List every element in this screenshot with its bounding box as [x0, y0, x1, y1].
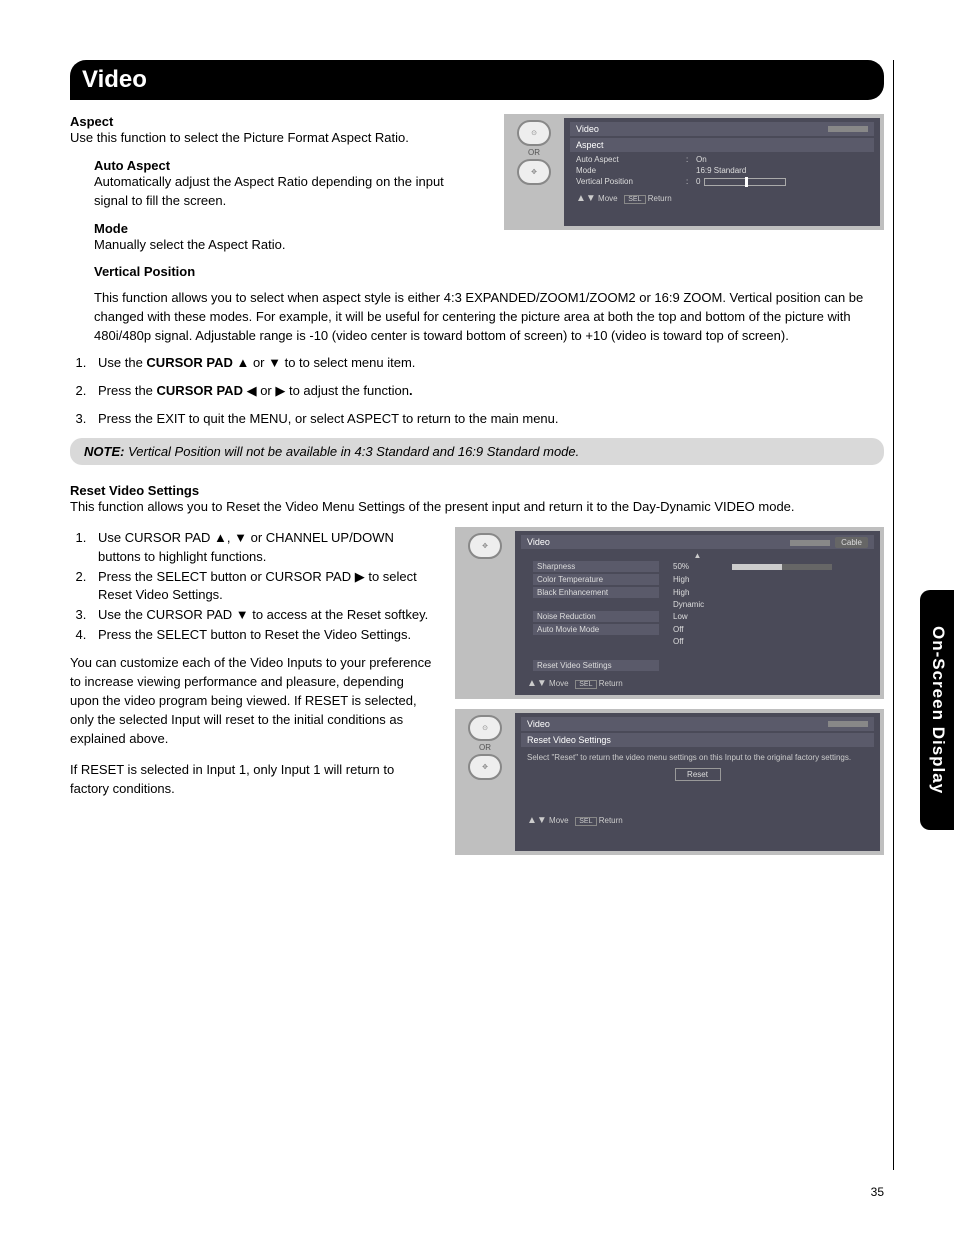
page-number: 35	[871, 1185, 884, 1199]
osd1-row1-label: Auto Aspect	[576, 155, 686, 164]
osd3-reset-button: Reset	[675, 768, 721, 781]
osd3-sub: Reset Video Settings	[521, 733, 874, 747]
osd2-i8-name: Reset Video Settings	[533, 660, 659, 671]
osd2-foot-return: Return	[599, 679, 623, 688]
osd1-foot-return: Return	[648, 194, 672, 203]
osd-aspect: ⊙ OR ✥ Video Aspect Auto Aspect:On Mode1…	[504, 114, 884, 230]
osd1-title: Video	[576, 124, 599, 134]
osd2-i3-val: High	[673, 588, 728, 597]
osd-or-label: OR	[510, 148, 558, 157]
osd2-i7-name	[533, 641, 659, 643]
note-text: Vertical Position will not be available …	[124, 444, 579, 459]
auto-aspect-body: Automatically adjust the Aspect Ratio de…	[94, 173, 459, 211]
remote-select-icon: ⊙	[517, 120, 551, 146]
remote-dpad-icon: ✥	[468, 754, 502, 780]
reset-step-2: Press the SELECT button or CURSOR PAD ▶ …	[90, 568, 435, 604]
progress-bar-icon	[732, 564, 832, 570]
osd1-row2-val: 16:9 Standard	[696, 166, 868, 175]
slider-icon	[704, 178, 786, 186]
osd2-foot-sel: SEL	[575, 680, 596, 689]
osd-video-list: ✥ Video Cable ▲ Sharpness50% Color Tempe…	[455, 527, 884, 699]
reset-heading: Reset Video Settings	[70, 483, 884, 498]
reset-step-4: Press the SELECT button to Reset the Vid…	[90, 626, 435, 644]
osd2-cable: Cable	[835, 537, 868, 548]
step-1: Use the CURSOR PAD ▲ or ▼ to to select m…	[90, 354, 884, 372]
reset-step-1: Use CURSOR PAD ▲, ▼ or CHANNEL UP/DOWN b…	[90, 529, 435, 565]
osd3-foot-move: Move	[549, 816, 569, 825]
osd2-i3-name: Black Enhancement	[533, 587, 659, 598]
osd3-title: Video	[527, 719, 550, 729]
remote-dpad-icon: ✥	[517, 159, 551, 185]
osd2-i5-name: Noise Reduction	[533, 611, 659, 622]
osd2-i6-name: Auto Movie Mode	[533, 624, 659, 635]
remote-dpad-icon: ✥	[468, 533, 502, 559]
vpos-heading: Vertical Position	[94, 264, 884, 279]
osd1-foot-move: Move	[598, 194, 618, 203]
osd2-i7-val: Off	[673, 637, 728, 646]
osd3-or-label: OR	[461, 743, 509, 752]
section-title: Video	[70, 60, 884, 100]
osd2-i6-val: Off	[673, 625, 728, 634]
reset-body: This function allows you to Reset the Vi…	[70, 498, 884, 517]
osd2-i5-val: Low	[673, 612, 728, 621]
osd1-foot-sel: SEL	[624, 195, 645, 204]
note-box: NOTE: Vertical Position will not be avai…	[70, 438, 884, 465]
osd3-foot-return: Return	[599, 816, 623, 825]
mode-body: Manually select the Aspect Ratio.	[94, 236, 459, 255]
osd3-foot-sel: SEL	[575, 817, 596, 826]
margin-line	[893, 60, 894, 1170]
osd2-i1-name: Sharpness	[533, 561, 659, 572]
remote-select-icon: ⊙	[468, 715, 502, 741]
reset-para2: If RESET is selected in Input 1, only In…	[70, 761, 435, 799]
osd2-i2-name: Color Temperature	[533, 574, 659, 585]
note-label: NOTE:	[84, 444, 124, 459]
step-2: Press the CURSOR PAD ◀ or ▶ to adjust th…	[90, 382, 884, 400]
side-tab: On-Screen Display	[920, 590, 954, 830]
osd2-title: Video	[527, 537, 550, 547]
osd1-row3-val: 0	[696, 177, 700, 186]
osd2-i2-val: High	[673, 575, 728, 584]
osd1-row3-label: Vertical Position	[576, 177, 686, 186]
osd-reset: ⊙ OR ✥ Video Reset Video Settings Select…	[455, 709, 884, 855]
osd2-i1-val: 50%	[673, 562, 728, 571]
osd2-i4-name	[533, 604, 659, 606]
reset-step-3: Use the CURSOR PAD ▼ to access at the Re…	[90, 606, 435, 624]
reset-para1: You can customize each of the Video Inpu…	[70, 654, 435, 748]
osd1-sub: Aspect	[570, 138, 874, 152]
osd3-msg: Select "Reset" to return the video menu …	[521, 749, 874, 764]
step-3: Press the EXIT to quit the MENU, or sele…	[90, 410, 884, 428]
osd1-row2-label: Mode	[576, 166, 686, 175]
vpos-body: This function allows you to select when …	[94, 289, 884, 346]
osd2-i4-val: Dynamic	[673, 600, 728, 609]
osd2-foot-move: Move	[549, 679, 569, 688]
osd1-row1-val: On	[696, 155, 868, 164]
